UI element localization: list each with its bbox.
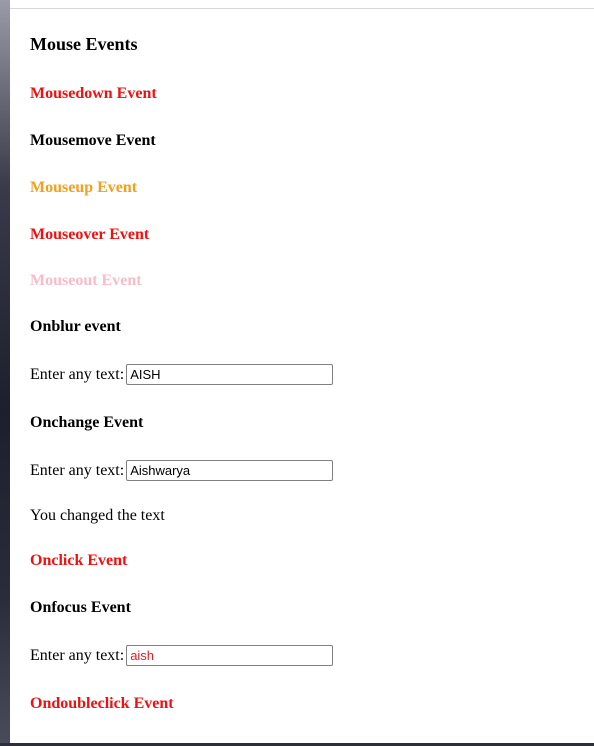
browser-page: Mouse Events Mousedown Event Mousemove E… [0,0,594,746]
mousedown-event-heading[interactable]: Mousedown Event [30,85,157,103]
onblur-row: Enter any text: [30,364,334,385]
mousemove-event-heading[interactable]: Mousemove Event [30,132,156,150]
onchange-input[interactable] [126,460,334,481]
page-title: Mouse Events [30,34,138,54]
onblur-input[interactable] [126,364,334,385]
onfocus-heading: Onfocus Event [30,599,131,616]
mouseover-event-heading[interactable]: Mouseover Event [30,226,149,244]
onchange-row: Enter any text: [30,460,334,481]
onblur-heading: Onblur event [30,318,121,335]
mouseup-event-heading[interactable]: Mouseup Event [30,179,137,197]
ondoubleclick-heading[interactable]: Ondoubleclick Event [30,695,174,713]
onfocus-row: Enter any text: [30,645,334,666]
onchange-label: Enter any text: [30,461,125,479]
onclick-heading[interactable]: Onclick Event [30,552,127,570]
onchange-message: You changed the text [30,507,165,524]
onfocus-input[interactable] [126,645,334,666]
onchange-heading: Onchange Event [30,414,144,431]
mouseout-event-heading[interactable]: Mouseout Event [30,272,142,290]
top-border [10,0,594,9]
onfocus-label: Enter any text: [30,646,125,664]
onblur-label: Enter any text: [30,365,125,383]
window-edge [0,0,10,746]
